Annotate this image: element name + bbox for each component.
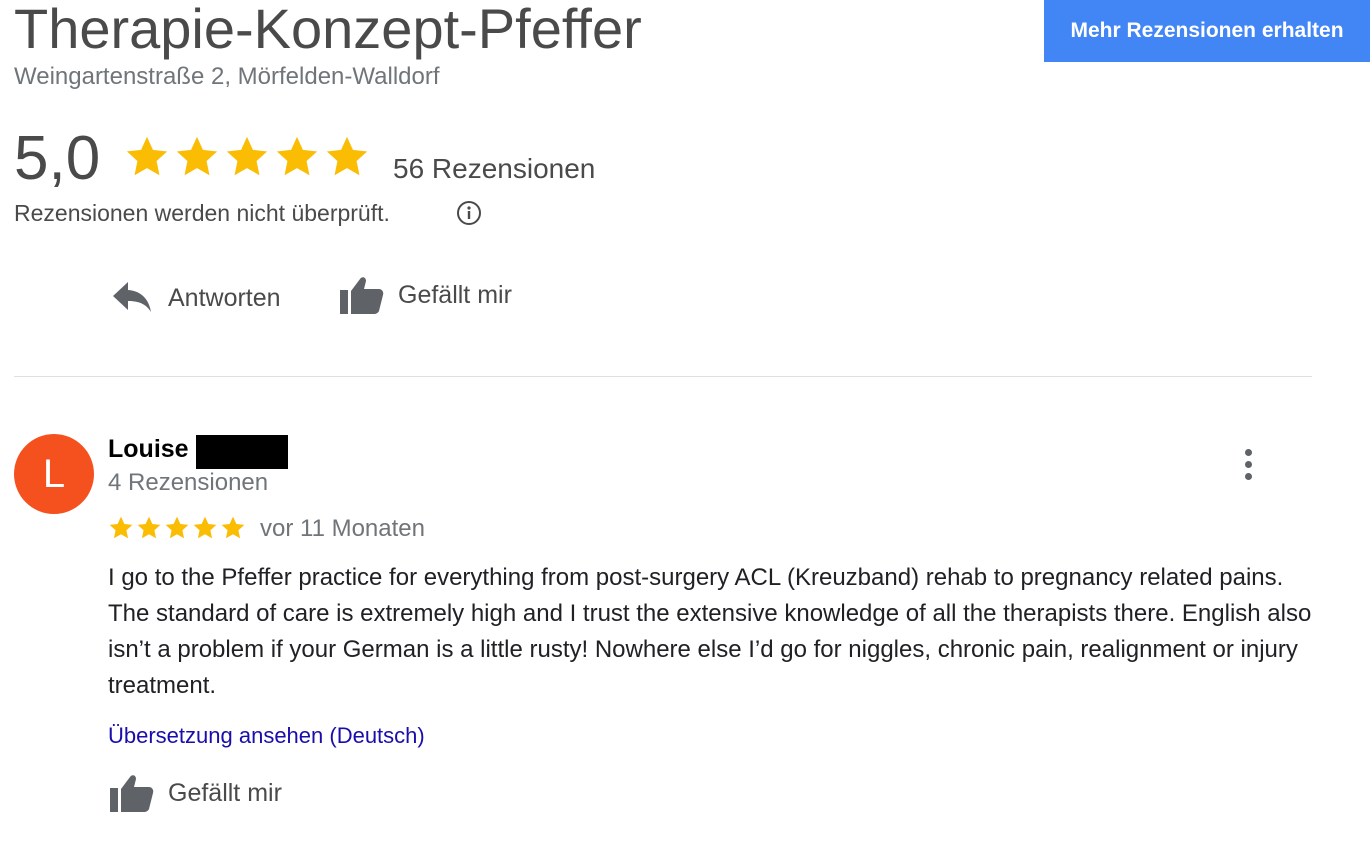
reply-label: Antworten bbox=[168, 284, 281, 312]
info-icon[interactable] bbox=[456, 200, 482, 226]
reviewer-name[interactable]: Louise bbox=[108, 434, 189, 464]
star-icon bbox=[274, 134, 320, 180]
review-disclaimer: Rezensionen werden nicht überprüft. bbox=[14, 200, 390, 226]
review-text: I go to the Pfeffer practice for everyth… bbox=[108, 564, 1312, 699]
business-address: Weingartenstraße 2, Mörfelden-Walldorf bbox=[14, 63, 440, 90]
star-icon bbox=[136, 515, 162, 541]
star-icon bbox=[124, 134, 170, 180]
star-icon bbox=[224, 134, 270, 180]
review-like-label: Gefällt mir bbox=[168, 779, 282, 807]
avatar[interactable]: L bbox=[14, 434, 94, 514]
review-date: vor 11 Monaten bbox=[260, 515, 425, 542]
review-stars bbox=[108, 515, 246, 541]
star-icon bbox=[174, 134, 220, 180]
star-icon bbox=[192, 515, 218, 541]
business-name: Therapie-Konzept-Pfeffer bbox=[14, 0, 642, 60]
thumbs-up-icon bbox=[338, 274, 384, 316]
reply-arrow-icon bbox=[110, 278, 154, 318]
rating-value: 5,0 bbox=[14, 124, 101, 193]
get-more-reviews-button[interactable]: Mehr Rezensionen erhalten bbox=[1044, 0, 1370, 62]
reviewer-review-count[interactable]: 4 Rezensionen bbox=[108, 468, 268, 498]
rating-stars bbox=[124, 134, 370, 180]
translate-link[interactable]: Übersetzung ansehen (Deutsch) bbox=[108, 722, 425, 750]
star-icon bbox=[164, 515, 190, 541]
star-icon bbox=[324, 134, 370, 180]
divider bbox=[14, 376, 1312, 377]
like-label: Gefällt mir bbox=[398, 281, 512, 309]
review-count[interactable]: 56 Rezensionen bbox=[393, 152, 595, 186]
more-vert-icon[interactable] bbox=[1232, 444, 1264, 484]
star-icon bbox=[220, 515, 246, 541]
reply-button[interactable]: Antworten bbox=[110, 278, 281, 318]
like-button[interactable]: Gefällt mir bbox=[338, 274, 512, 316]
redaction-bar bbox=[196, 435, 288, 469]
review-like-button[interactable]: Gefällt mir bbox=[108, 772, 282, 814]
thumbs-up-icon bbox=[108, 772, 154, 814]
star-icon bbox=[108, 515, 134, 541]
